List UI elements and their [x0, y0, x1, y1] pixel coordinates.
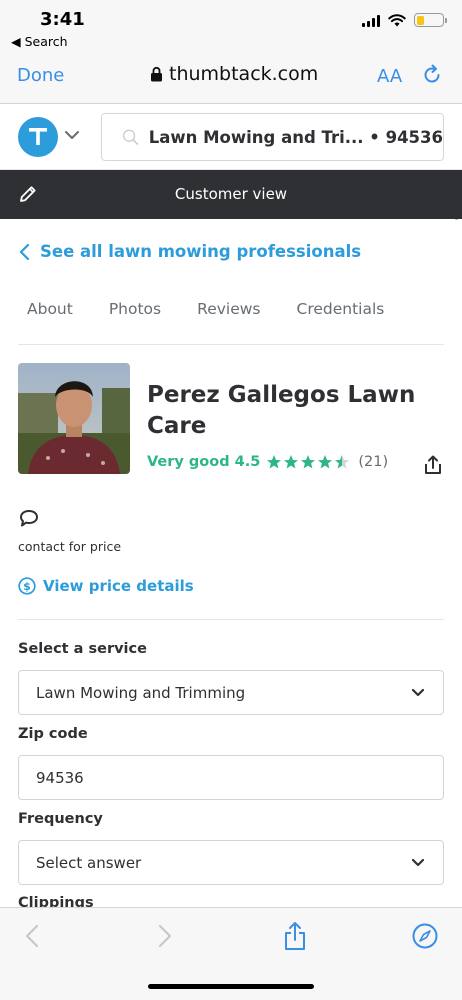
chat-bubble-icon: [19, 509, 39, 532]
reload-icon[interactable]: [421, 64, 443, 90]
tab-reviews[interactable]: Reviews: [188, 300, 260, 344]
rating-row[interactable]: Very good 4.5 (21): [147, 454, 388, 470]
service-label: Select a service: [18, 641, 147, 657]
svg-text:$: $: [23, 580, 31, 593]
star-rating: [266, 454, 350, 470]
search-text: Lawn Mowing and Tri... • 94536: [148, 127, 443, 147]
compass-icon[interactable]: [412, 923, 438, 949]
text-size-label: AA: [377, 66, 403, 87]
star-icon: [335, 455, 350, 469]
lock-icon: [151, 66, 162, 82]
rating-label: Very good 4.5: [147, 454, 261, 470]
thumbtack-logo[interactable]: [18, 117, 58, 157]
frequency-label: Frequency: [18, 811, 103, 827]
dollar-icon: $: [18, 577, 36, 595]
search-icon: [122, 129, 139, 145]
done-button[interactable]: Done: [17, 65, 64, 86]
customer-view-bar[interactable]: Customer view: [0, 170, 462, 219]
browser-top-bar: 3:41 ◀ Search Done thumbtack.com AA: [0, 0, 462, 104]
pro-avatar[interactable]: [18, 363, 130, 474]
star-icon: [318, 455, 333, 469]
tab-credentials[interactable]: Credentials: [288, 300, 385, 344]
chevron-left-icon: [19, 243, 30, 260]
battery-icon: [414, 13, 447, 27]
contact-for-price-text: contact for price: [18, 539, 122, 554]
star-icon: [284, 455, 299, 469]
tab-about[interactable]: About: [18, 300, 73, 344]
zip-code-label: Zip code: [18, 726, 88, 742]
service-select[interactable]: Lawn Mowing and Trimming: [18, 670, 444, 715]
zip-code-input[interactable]: 94536: [18, 755, 444, 800]
site-header: Lawn Mowing and Tri... • 94536: [0, 104, 462, 170]
back-to-search-link[interactable]: ◀ Search: [11, 34, 68, 49]
customer-view-label: Customer view: [174, 185, 288, 203]
see-all-label: See all lawn mowing professionals: [40, 242, 362, 261]
share-sheet-icon[interactable]: [283, 921, 307, 951]
url-text: thumbtack.com: [169, 63, 319, 85]
service-select-value: Lawn Mowing and Trimming: [36, 683, 246, 702]
view-price-details-link[interactable]: $ View price details: [18, 577, 194, 595]
star-icon: [267, 455, 282, 469]
pro-name: Perez Gallegos Lawn Care: [147, 382, 416, 439]
section-divider: [18, 619, 444, 620]
address-bar[interactable]: thumbtack.com: [150, 63, 318, 85]
home-indicator: [148, 984, 314, 989]
zip-code-value: 94536: [36, 768, 84, 787]
frequency-select[interactable]: Select answer: [18, 840, 444, 885]
profile-tabs: About Photos Reviews Credentials: [18, 300, 444, 345]
status-time: 3:41: [40, 9, 85, 30]
cellular-signal-icon: [362, 14, 380, 27]
text-size-button[interactable]: AA: [377, 66, 402, 87]
see-all-professionals-link[interactable]: See all lawn mowing professionals: [18, 242, 361, 261]
forward-arrow-icon[interactable]: [158, 924, 172, 948]
star-icon: [301, 455, 316, 469]
review-count: (21): [358, 454, 389, 470]
frequency-select-value: Select answer: [36, 853, 142, 872]
view-price-details-label: View price details: [43, 577, 194, 595]
logo-t-icon: [29, 128, 47, 145]
status-icons: [362, 13, 447, 27]
chevron-down-icon: [411, 688, 425, 697]
wifi-icon: [388, 13, 406, 26]
chevron-down-icon[interactable]: [64, 126, 80, 145]
back-arrow-icon[interactable]: [25, 924, 39, 948]
share-icon[interactable]: [424, 455, 442, 479]
chevron-down-icon: [411, 858, 425, 867]
tab-photos[interactable]: Photos: [100, 300, 161, 344]
search-field[interactable]: Lawn Mowing and Tri... • 94536: [101, 113, 444, 161]
